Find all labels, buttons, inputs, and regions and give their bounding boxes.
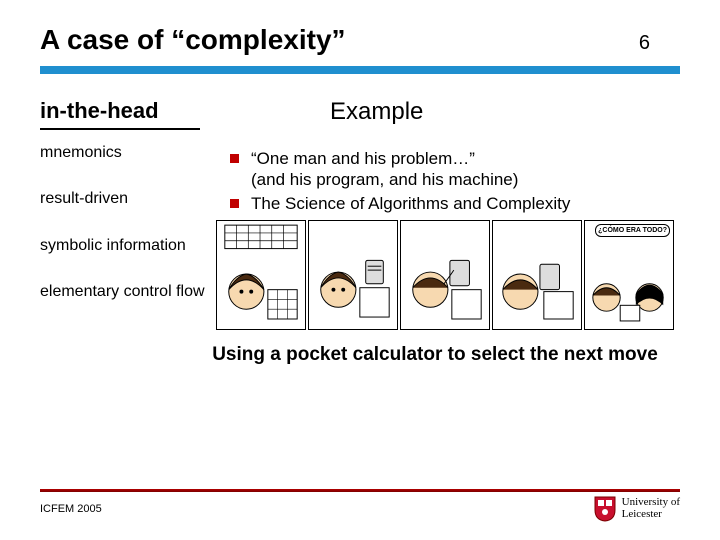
sidebar-item: elementary control flow: [40, 283, 220, 301]
comic-panel: [308, 220, 398, 330]
sidebar-item: symbolic information: [40, 237, 220, 255]
bullet-subtext: (and his program, and his machine): [251, 170, 518, 189]
comic-strip: ¿CÓMO ERA TODO?: [216, 220, 680, 330]
sidebar: in-the-head mnemonics result-driven symb…: [40, 98, 220, 366]
bullet-text: “One man and his problem…”: [251, 149, 475, 168]
sidebar-rule: [40, 128, 200, 130]
page-number: 6: [639, 32, 650, 55]
sidebar-item: mnemonics: [40, 144, 220, 162]
title-rule: [40, 66, 680, 74]
speech-bubble: ¿CÓMO ERA TODO?: [595, 224, 670, 237]
slide-title: A case of “complexity”: [40, 24, 346, 56]
affiliation-line: Leicester: [622, 509, 680, 521]
sidebar-item: result-driven: [40, 190, 220, 208]
shield-icon: [594, 496, 616, 522]
bullet-icon: [230, 154, 239, 163]
comic-panel: [400, 220, 490, 330]
main-content: Example “One man and his problem…” (and …: [220, 98, 680, 366]
affiliation-logo: University of Leicester: [594, 496, 680, 522]
comic-panel: ¿CÓMO ERA TODO?: [584, 220, 674, 330]
example-heading: Example: [330, 98, 680, 126]
sidebar-heading: in-the-head: [40, 98, 220, 124]
bullet-text: The Science of Algorithms and Complexity: [251, 194, 570, 213]
bullet-item: “One man and his problem…” (and his prog…: [230, 148, 680, 191]
figure-caption: Using a pocket calculator to select the …: [200, 344, 670, 366]
comic-panel: [492, 220, 582, 330]
bullet-list: “One man and his problem…” (and his prog…: [230, 148, 680, 214]
bullet-icon: [230, 199, 239, 208]
bullet-item: The Science of Algorithms and Complexity: [230, 193, 680, 214]
footer-rule: [40, 489, 680, 492]
comic-panel: [216, 220, 306, 330]
conference-label: ICFEM 2005: [40, 503, 102, 515]
